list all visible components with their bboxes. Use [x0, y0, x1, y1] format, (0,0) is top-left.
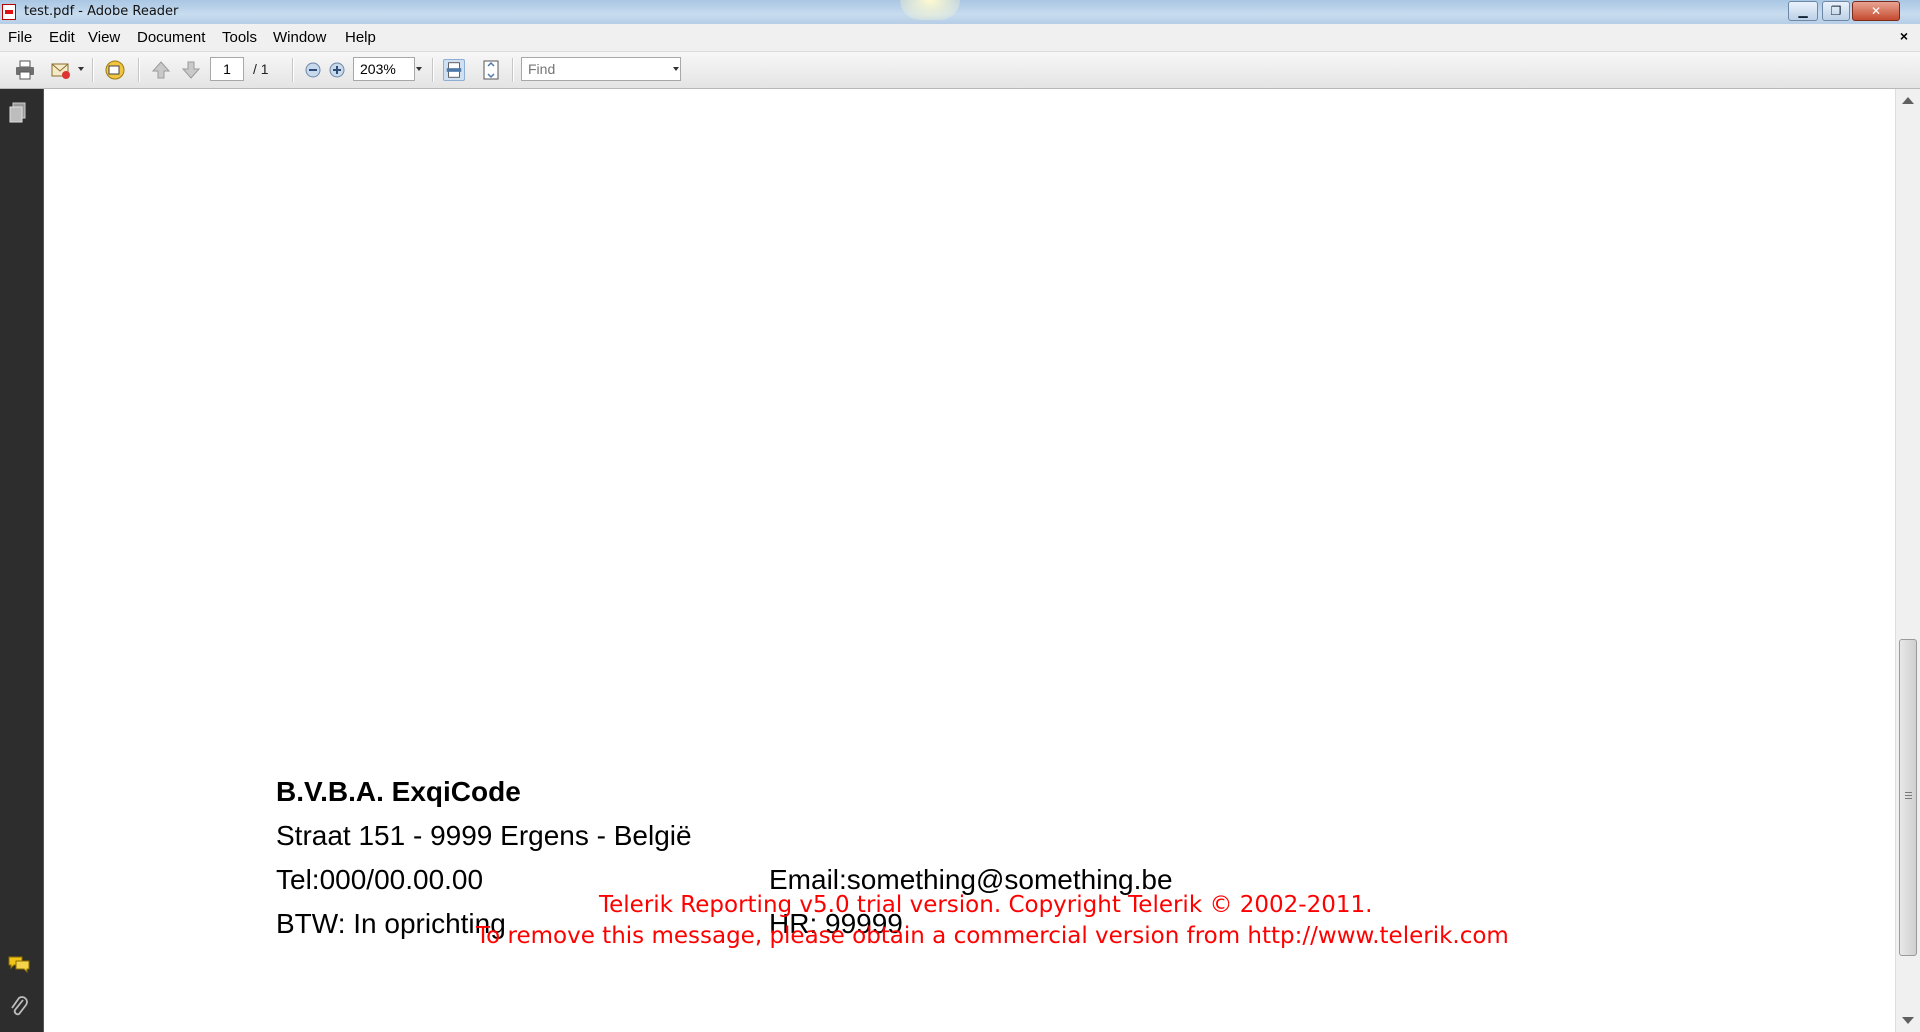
scrollbar-thumb[interactable] — [1899, 639, 1917, 956]
minimize-button[interactable]: ▁ — [1788, 1, 1818, 21]
thumb-grip — [1905, 792, 1912, 793]
email-icon[interactable] — [50, 59, 72, 81]
email-dropdown-caret[interactable] — [78, 67, 84, 71]
menu-window[interactable]: Window — [273, 29, 326, 46]
pdf-file-icon — [2, 4, 16, 20]
zoom-level-input[interactable] — [353, 57, 415, 81]
find-dropdown-caret[interactable] — [673, 67, 679, 71]
find-input[interactable] — [521, 57, 681, 81]
vertical-scrollbar[interactable] — [1895, 89, 1920, 1032]
company-address: Straat 151 - 9999 Ergens - België — [276, 820, 692, 851]
restore-button[interactable]: ❐ — [1822, 1, 1850, 21]
company-phone: Tel:000/00.00.00 — [276, 864, 484, 895]
close-button[interactable]: ✕ — [1852, 1, 1900, 21]
document-close-icon[interactable]: × — [1900, 28, 1908, 44]
menu-edit[interactable]: Edit — [49, 29, 75, 46]
page-down-icon[interactable] — [180, 59, 202, 81]
menu-view[interactable]: View — [88, 29, 120, 46]
document-view[interactable]: B.V.B.A. ExqiCode Straat 151 - 9999 Erge… — [45, 89, 1895, 1032]
fit-width-icon[interactable] — [443, 59, 465, 81]
page-total-label: / 1 — [253, 61, 269, 77]
zoom-dropdown-caret[interactable] — [416, 67, 422, 71]
company-name: B.V.B.A. ExqiCode — [276, 776, 521, 807]
attachments-icon[interactable] — [9, 995, 29, 1019]
menu-bar: File Edit View Document Tools Window Hel… — [0, 24, 1920, 52]
pdf-page: B.V.B.A. ExqiCode Straat 151 - 9999 Erge… — [45, 89, 1895, 1032]
toolbar: / 1 — [0, 52, 1920, 89]
window-title: test.pdf - Adobe Reader — [24, 4, 179, 19]
print-icon[interactable] — [14, 59, 36, 81]
scroll-up-icon[interactable] — [1902, 97, 1914, 104]
zoom-in-icon[interactable] — [326, 59, 348, 81]
menu-tools[interactable]: Tools — [222, 29, 257, 46]
toolbar-separator — [92, 58, 94, 82]
nav-pane-edge — [43, 89, 44, 1032]
collaborate-icon[interactable] — [104, 59, 126, 81]
toolbar-separator — [138, 58, 140, 82]
menu-help[interactable]: Help — [345, 29, 376, 46]
trial-watermark-line1: Telerik Reporting v5.0 trial version. Co… — [599, 892, 1373, 918]
company-vat: BTW: In oprichting — [276, 908, 506, 939]
navigation-pane — [0, 89, 44, 1032]
pages-icon[interactable] — [9, 102, 27, 124]
menu-document[interactable]: Document — [137, 29, 205, 46]
restore-icon: ❐ — [1830, 4, 1842, 18]
trial-watermark-line2: To remove this message, please obtain a … — [476, 923, 1509, 949]
page-number-input[interactable] — [210, 57, 244, 81]
toolbar-separator — [292, 58, 294, 82]
titlebar-decoration — [900, 0, 960, 20]
minimize-icon: ▁ — [1798, 4, 1808, 18]
menu-file[interactable]: File — [8, 29, 32, 46]
page-up-icon[interactable] — [150, 59, 172, 81]
close-icon: ✕ — [1870, 4, 1882, 18]
zoom-out-icon[interactable] — [302, 59, 324, 81]
comments-icon[interactable] — [8, 955, 30, 973]
title-bar: test.pdf - Adobe Reader ▁ ❐ ✕ — [0, 0, 1920, 24]
fit-page-icon[interactable] — [480, 59, 502, 81]
toolbar-separator — [512, 58, 514, 82]
toolbar-separator — [432, 58, 434, 82]
scroll-down-icon[interactable] — [1902, 1017, 1914, 1024]
